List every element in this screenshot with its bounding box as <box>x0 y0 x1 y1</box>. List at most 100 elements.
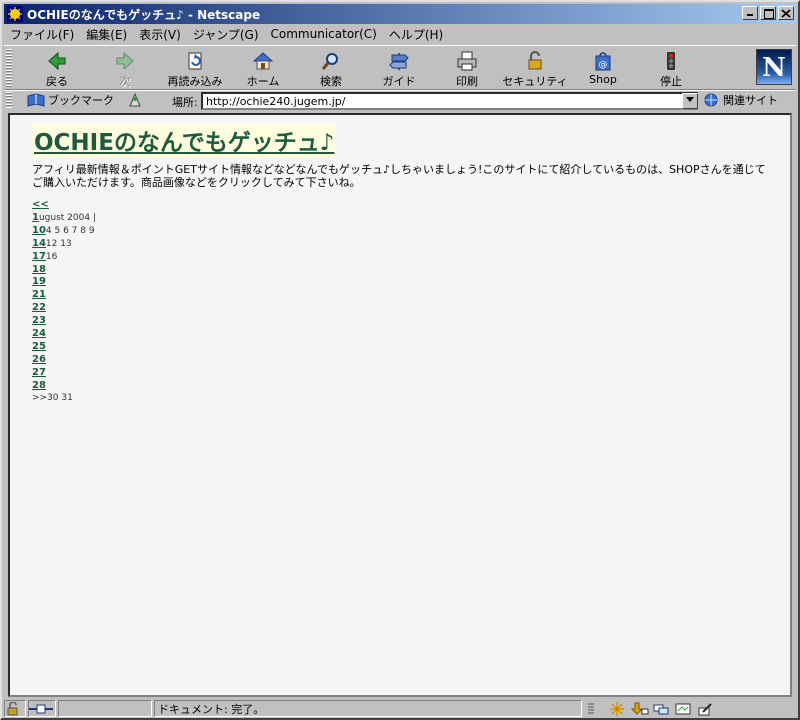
calendar-day-link[interactable]: 14 <box>32 238 46 249</box>
connection-status[interactable] <box>28 700 56 717</box>
stop-button[interactable]: 停止 <box>638 50 704 88</box>
chevron-down-icon <box>686 97 694 102</box>
navigator-icon[interactable] <box>609 701 625 716</box>
printer-icon <box>456 50 478 72</box>
shop-label: Shop <box>589 73 617 86</box>
plug-icon <box>29 704 53 713</box>
home-label: ホーム <box>246 75 280 88</box>
location-grip[interactable] <box>6 92 12 108</box>
back-button[interactable]: 戻る <box>24 50 90 88</box>
window-title: OCHIEのなんでもゲッチュ♪ - Netscape <box>27 7 261 22</box>
close-icon <box>781 8 791 18</box>
forward-arrow-icon <box>114 50 136 72</box>
guide-button[interactable]: ガイド <box>366 50 432 88</box>
calendar-day-link[interactable]: 21 <box>32 289 46 300</box>
status-bar: ドキュメント: 完了。 <box>4 699 796 718</box>
location-label: 場所: <box>172 96 198 109</box>
netscape-icon <box>7 6 23 22</box>
maximize-button[interactable] <box>760 6 776 20</box>
title-bar[interactable]: OCHIEのなんでもゲッチュ♪ - Netscape <box>4 4 796 24</box>
menu-communicator[interactable]: Communicator(C) <box>265 27 383 41</box>
padlock-icon <box>524 50 546 72</box>
security-button[interactable]: セキュリティ <box>502 50 568 88</box>
minimize-button[interactable] <box>742 6 758 20</box>
security-label: セキュリティ <box>502 75 568 88</box>
netscape-logo[interactable]: N <box>756 49 792 85</box>
calendar-day-link[interactable]: 26 <box>32 354 46 365</box>
calendar: << 1ugust 2004 | 104 5 6 7 8 9 1412 13 1… <box>32 199 96 405</box>
stop-label: 停止 <box>660 75 682 88</box>
search-label: 検索 <box>320 75 342 88</box>
forward-label: 次 <box>119 75 131 88</box>
mail-icon[interactable] <box>630 702 649 716</box>
navigation-toolbar: 戻る 次 再読み込み ホーム 検索 ガイド 印刷 セキュリティ @ Shop 停… <box>4 45 796 90</box>
menu-help[interactable]: ヘルプ(H) <box>383 26 449 43</box>
calendar-day-link[interactable]: 18 <box>32 264 46 275</box>
shop-button[interactable]: @ Shop <box>570 50 636 88</box>
bookmarks-icon <box>27 93 45 107</box>
guide-signpost-icon <box>388 50 410 72</box>
home-button[interactable]: ホーム <box>230 50 296 88</box>
calendar-text: 4 5 6 7 8 9 <box>45 225 95 236</box>
calendar-day-link[interactable]: 1 <box>32 212 39 223</box>
calendar-day-link[interactable]: 24 <box>32 328 46 339</box>
calendar-text: 16 <box>45 251 58 262</box>
reload-icon <box>184 50 206 72</box>
reload-button[interactable]: 再読み込み <box>162 50 228 88</box>
calendar-text: 12 13 <box>45 238 72 249</box>
discussion-icon[interactable] <box>653 702 669 716</box>
site-description: アフィリ最新情報＆ポイントGETサイト情報などなどなんでもゲッチュ♪しちゃいまし… <box>32 163 766 189</box>
toolbar-grip[interactable] <box>6 49 12 87</box>
menu-view[interactable]: 表示(V) <box>133 26 187 43</box>
calendar-day-link[interactable]: 23 <box>32 315 46 326</box>
menu-go[interactable]: ジャンプ(G) <box>187 26 265 43</box>
related-sites-button[interactable]: 関連サイト <box>703 92 778 108</box>
calendar-day-link[interactable]: 27 <box>32 367 46 378</box>
calendar-day-link[interactable]: 17 <box>32 251 46 262</box>
menu-file[interactable]: ファイル(F) <box>4 26 80 43</box>
print-label: 印刷 <box>456 75 478 88</box>
page-content: OCHIEのなんでもゲッチュ♪ アフィリ最新情報＆ポイントGETサイト情報などな… <box>8 113 792 697</box>
status-text: ドキュメント: 完了。 <box>158 702 265 716</box>
url-dropdown-button[interactable] <box>682 93 698 109</box>
menu-bar: ファイル(F) 編集(E) 表示(V) ジャンプ(G) Communicator… <box>4 24 796 44</box>
reload-label: 再読み込み <box>167 75 223 88</box>
menu-edit[interactable]: 編集(E) <box>80 26 133 43</box>
location-pin-icon <box>129 92 141 107</box>
site-title-link[interactable]: OCHIEのなんでもゲッチュ♪ <box>32 123 337 157</box>
status-message: ドキュメント: 完了。 <box>154 700 582 717</box>
search-icon <box>320 50 342 72</box>
search-button[interactable]: 検索 <box>298 50 364 88</box>
calendar-day-link[interactable]: 28 <box>32 380 46 391</box>
calendar-day-link[interactable]: 19 <box>32 276 46 287</box>
editor-pen-icon[interactable] <box>697 702 713 716</box>
browser-window: OCHIEのなんでもゲッチュ♪ - Netscape ファイル(F) 編集(E)… <box>0 0 800 720</box>
close-button[interactable] <box>778 6 794 20</box>
home-icon <box>252 50 274 72</box>
print-button[interactable]: 印刷 <box>434 50 500 88</box>
location-toolbar: ブックマーク 場所: http://ochie240.jugem.jp/ 関連サ… <box>4 90 796 110</box>
related-sites-icon <box>704 93 718 107</box>
bookmarks-label: ブックマーク <box>48 94 114 107</box>
component-bar <box>584 700 794 717</box>
composer-icon[interactable] <box>675 702 691 716</box>
calendar-next-text[interactable]: >>30 31 <box>32 393 73 403</box>
stop-traffic-light-icon <box>660 50 682 72</box>
guide-label: ガイド <box>382 75 416 88</box>
security-status[interactable] <box>4 700 26 717</box>
forward-button[interactable]: 次 <box>92 50 158 88</box>
back-arrow-icon <box>46 50 68 72</box>
calendar-day-link[interactable]: 22 <box>32 302 46 313</box>
url-field[interactable]: http://ochie240.jugem.jp/ <box>201 92 698 110</box>
back-label: 戻る <box>46 75 68 88</box>
component-grip-icon[interactable] <box>587 702 603 716</box>
unlocked-padlock-icon <box>7 701 18 715</box>
related-sites-label: 関連サイト <box>723 94 778 107</box>
calendar-day-link[interactable]: 25 <box>32 341 46 352</box>
shopping-bag-icon: @ <box>592 50 614 72</box>
calendar-text: ugust 2004 | <box>38 212 96 223</box>
calendar-day-link[interactable]: 10 <box>32 225 46 236</box>
bookmarks-button[interactable]: ブックマーク <box>26 92 144 108</box>
svg-text:@: @ <box>599 60 608 70</box>
calendar-prev-link[interactable]: << <box>32 199 49 210</box>
